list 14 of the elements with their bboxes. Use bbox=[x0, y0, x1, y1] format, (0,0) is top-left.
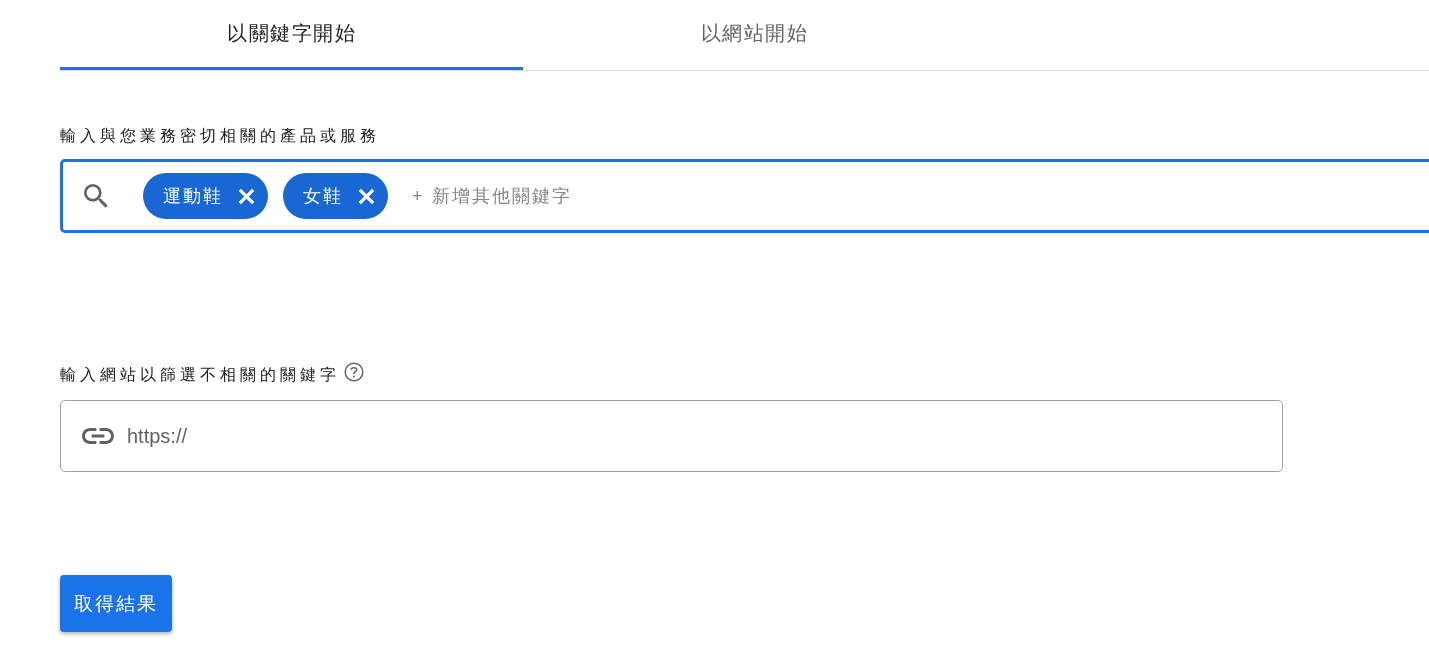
submit-button[interactable]: 取得結果 bbox=[60, 575, 172, 632]
keyword-field[interactable]: 運動鞋 女鞋 + 新增其他關鍵字 bbox=[60, 159, 1429, 233]
close-icon[interactable] bbox=[238, 187, 255, 205]
search-icon bbox=[84, 183, 109, 209]
url-field[interactable]: https:// bbox=[60, 400, 1283, 472]
field-label: 輸入網站以篩選不相關的關鍵字 bbox=[60, 365, 340, 385]
tab[interactable]: 以網站開始 bbox=[523, 0, 986, 70]
link-icon bbox=[82, 428, 114, 444]
keyword-chip[interactable]: 運動鞋 bbox=[143, 173, 268, 219]
tab[interactable]: 以關鍵字開始 bbox=[60, 0, 523, 70]
close-icon[interactable] bbox=[358, 187, 375, 205]
field-label: 輸入與您業務密切相關的產品或服務 bbox=[60, 126, 380, 146]
keyword-chip[interactable]: 女鞋 bbox=[283, 173, 388, 219]
help-icon[interactable] bbox=[344, 362, 364, 382]
